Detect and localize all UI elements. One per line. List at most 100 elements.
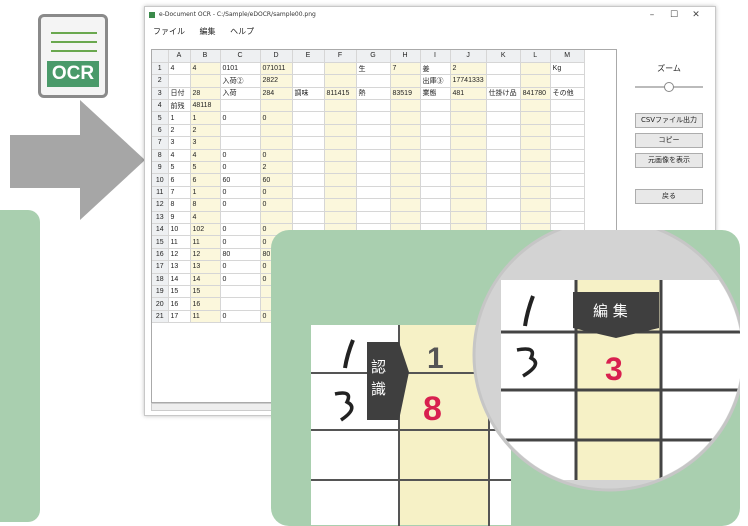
table-cell[interactable] (292, 62, 325, 76)
table-cell[interactable]: 6 (190, 173, 221, 187)
table-cell[interactable] (324, 149, 357, 163)
table-cell[interactable]: 11 (190, 235, 221, 249)
table-cell[interactable] (324, 74, 357, 88)
table-cell[interactable] (486, 149, 521, 163)
table-cell[interactable] (486, 111, 521, 125)
table-cell[interactable] (324, 111, 357, 125)
row-number[interactable]: 11 (152, 186, 169, 200)
table-cell[interactable] (550, 198, 585, 212)
table-cell[interactable] (390, 99, 421, 113)
column-header[interactable]: F (324, 50, 357, 63)
table-cell[interactable]: 83519 (390, 87, 421, 101)
table-cell[interactable] (324, 186, 357, 200)
table-cell[interactable]: 0 (220, 161, 261, 175)
row-number[interactable]: 15 (152, 235, 169, 249)
row-number[interactable]: 8 (152, 149, 169, 163)
table-cell[interactable]: 4 (190, 149, 221, 163)
row-number[interactable]: 1 (152, 62, 169, 76)
table-cell[interactable] (520, 198, 551, 212)
column-header[interactable]: I (420, 50, 451, 63)
table-cell[interactable] (420, 211, 451, 224)
table-cell[interactable] (520, 111, 551, 125)
table-cell[interactable] (450, 111, 487, 125)
table-cell[interactable] (520, 124, 551, 138)
table-cell[interactable] (550, 74, 585, 88)
close-button[interactable]: ✕ (685, 7, 707, 23)
table-cell[interactable] (450, 149, 487, 163)
column-header[interactable]: G (356, 50, 391, 63)
zoom-slider-thumb[interactable] (663, 82, 674, 92)
table-cell[interactable] (520, 149, 551, 163)
row-number[interactable]: 6 (152, 124, 169, 138)
table-cell[interactable]: 17741333 (450, 74, 487, 88)
column-header[interactable]: M (550, 50, 585, 63)
table-cell[interactable] (292, 161, 325, 175)
table-cell[interactable] (356, 149, 391, 163)
row-number[interactable]: 17 (152, 260, 169, 274)
show-original-button[interactable]: 元画像を表示 (635, 153, 703, 168)
column-header[interactable]: B (190, 50, 221, 63)
row-number[interactable]: 16 (152, 248, 169, 262)
table-cell[interactable] (356, 99, 391, 113)
table-cell[interactable] (356, 173, 391, 187)
table-cell[interactable]: 811415 (324, 87, 357, 101)
table-cell[interactable]: 9 (168, 211, 191, 224)
table-cell[interactable] (450, 161, 487, 175)
table-cell[interactable] (450, 124, 487, 138)
table-cell[interactable] (324, 62, 357, 76)
table-cell[interactable]: 15 (190, 285, 221, 299)
table-cell[interactable] (390, 186, 421, 200)
table-cell[interactable]: 4 (190, 211, 221, 224)
table-cell[interactable] (450, 136, 487, 150)
table-cell[interactable] (520, 99, 551, 113)
table-cell[interactable] (324, 211, 357, 224)
table-cell[interactable]: 1 (190, 111, 221, 125)
column-header[interactable]: J (450, 50, 487, 63)
table-cell[interactable] (550, 186, 585, 200)
table-cell[interactable]: 481 (450, 87, 487, 101)
table-cell[interactable] (220, 297, 261, 311)
table-cell[interactable] (356, 186, 391, 200)
menu-help[interactable]: ヘルプ (230, 27, 254, 36)
table-cell[interactable]: 60 (220, 173, 261, 187)
table-cell[interactable]: 12 (190, 248, 221, 262)
table-cell[interactable]: 3 (190, 136, 221, 150)
table-cell[interactable] (550, 211, 585, 224)
table-cell[interactable]: 15 (168, 285, 191, 299)
table-cell[interactable] (450, 99, 487, 113)
table-cell[interactable] (486, 124, 521, 138)
table-cell[interactable] (520, 62, 551, 76)
table-cell[interactable]: 2 (260, 161, 293, 175)
table-cell[interactable] (324, 173, 357, 187)
row-number[interactable]: 4 (152, 99, 169, 113)
table-cell[interactable]: 2822 (260, 74, 293, 88)
table-cell[interactable]: 0 (220, 111, 261, 125)
column-header[interactable]: C (220, 50, 261, 63)
table-cell[interactable]: 14 (190, 273, 221, 286)
table-cell[interactable] (420, 161, 451, 175)
table-cell[interactable] (520, 136, 551, 150)
row-number[interactable]: 3 (152, 87, 169, 101)
table-cell[interactable]: 10 (168, 223, 191, 237)
table-cell[interactable]: 0 (220, 273, 261, 286)
table-cell[interactable]: 出庫③ (420, 74, 451, 88)
table-cell[interactable]: 14 (168, 273, 191, 286)
column-header[interactable] (152, 50, 169, 63)
table-cell[interactable] (390, 149, 421, 163)
table-cell[interactable]: 姜 (420, 62, 451, 76)
table-cell[interactable]: 11 (190, 310, 221, 324)
table-cell[interactable] (292, 173, 325, 187)
table-cell[interactable]: 0 (220, 260, 261, 274)
table-cell[interactable]: 0 (220, 186, 261, 200)
table-cell[interactable]: 5 (190, 161, 221, 175)
table-cell[interactable] (390, 211, 421, 224)
table-cell[interactable] (220, 124, 261, 138)
table-cell[interactable]: 2 (190, 124, 221, 138)
table-cell[interactable] (260, 99, 293, 113)
table-cell[interactable] (356, 136, 391, 150)
table-cell[interactable]: 102 (190, 223, 221, 237)
table-cell[interactable] (292, 186, 325, 200)
table-cell[interactable] (324, 198, 357, 212)
table-cell[interactable] (292, 211, 325, 224)
table-cell[interactable]: 0101 (220, 62, 261, 76)
